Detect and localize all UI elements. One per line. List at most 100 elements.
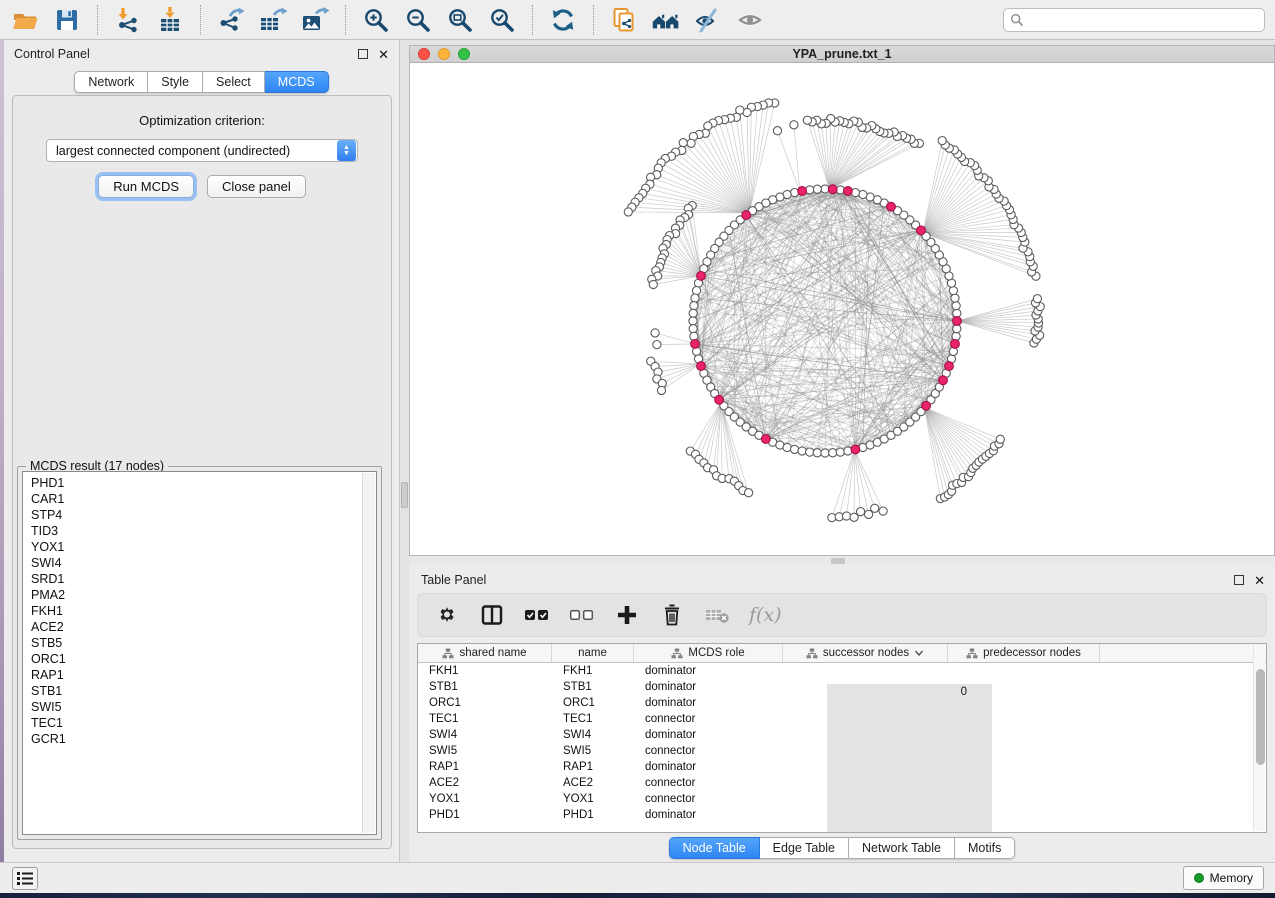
tab-style[interactable]: Style (148, 71, 203, 93)
export-network-icon[interactable] (216, 6, 246, 34)
column-header-successor-nodes[interactable]: successor nodes (783, 644, 948, 662)
add-icon[interactable] (614, 602, 640, 628)
network-node[interactable] (803, 116, 811, 124)
columns-icon[interactable] (479, 602, 505, 628)
mcds-result-item[interactable]: FKH1 (23, 603, 376, 619)
network-node[interactable] (821, 449, 829, 457)
network-node[interactable] (657, 386, 665, 394)
table-scrollbar[interactable] (1253, 645, 1265, 831)
network-node[interactable] (836, 448, 844, 456)
network-node[interactable] (691, 294, 699, 302)
tab-motifs[interactable]: Motifs (955, 837, 1015, 859)
network-node[interactable] (693, 287, 701, 295)
table-scrollbar-thumb[interactable] (1256, 669, 1265, 765)
vertical-splitter[interactable] (400, 40, 409, 862)
zoom-fit-icon[interactable] (445, 6, 475, 34)
select-all-icon[interactable] (524, 602, 550, 628)
mcds-result-item[interactable]: CAR1 (23, 491, 376, 507)
export-image-icon[interactable] (300, 6, 330, 34)
tab-network[interactable]: Network (74, 71, 148, 93)
mcds-node[interactable] (922, 401, 931, 410)
network-node[interactable] (651, 329, 659, 337)
export-table-icon[interactable] (258, 6, 288, 34)
mcds-result-item[interactable]: SRD1 (23, 571, 376, 587)
splitter-handle[interactable] (401, 482, 408, 508)
mcds-result-item[interactable]: GCR1 (23, 731, 376, 747)
memory-button[interactable]: Memory (1183, 866, 1264, 890)
network-node[interactable] (806, 448, 814, 456)
tab-mcds[interactable]: MCDS (265, 71, 329, 93)
mcds-node[interactable] (844, 187, 853, 196)
column-header-name[interactable]: name (552, 644, 634, 662)
network-node[interactable] (689, 325, 697, 333)
import-table-icon[interactable] (155, 6, 185, 34)
network-node[interactable] (829, 449, 837, 457)
mcds-result-item[interactable]: ORC1 (23, 651, 376, 667)
tab-select[interactable]: Select (203, 71, 265, 93)
close-panel-icon[interactable]: ✕ (378, 48, 389, 61)
mcds-node[interactable] (697, 362, 706, 371)
zoom-selected-icon[interactable] (487, 6, 517, 34)
tab-node-table[interactable]: Node Table (669, 837, 760, 859)
horizontal-splitter[interactable] (409, 556, 1275, 566)
network-node[interactable] (813, 185, 821, 193)
network-node[interactable] (653, 341, 661, 349)
search-input[interactable] (1028, 13, 1258, 27)
mcds-node[interactable] (953, 317, 962, 326)
mcds-result-item[interactable]: STB5 (23, 635, 376, 651)
column-header-predecessor-nodes[interactable]: predecessor nodes (948, 644, 1100, 662)
splitter-handle[interactable] (831, 558, 845, 564)
deselect-all-icon[interactable] (569, 602, 595, 628)
mcds-node[interactable] (939, 376, 948, 385)
delete-icon[interactable] (659, 602, 685, 628)
task-history-button[interactable] (12, 867, 38, 890)
mcds-result-item[interactable]: YOX1 (23, 539, 376, 555)
network-node[interactable] (624, 208, 632, 216)
network-node[interactable] (949, 287, 957, 295)
mcds-result-item[interactable]: SWI4 (23, 555, 376, 571)
network-node[interactable] (871, 504, 879, 512)
mcds-node[interactable] (691, 340, 700, 349)
network-node[interactable] (842, 512, 850, 520)
network-node[interactable] (859, 190, 867, 198)
mcds-node[interactable] (742, 211, 751, 220)
network-canvas[interactable] (410, 63, 1274, 555)
mcds-node[interactable] (917, 226, 926, 235)
network-node[interactable] (790, 121, 798, 129)
save-session-icon[interactable] (52, 6, 82, 34)
mcds-result-item[interactable]: STP4 (23, 507, 376, 523)
mcds-node[interactable] (851, 445, 860, 454)
network-node[interactable] (952, 302, 960, 310)
gear-icon[interactable] (434, 602, 460, 628)
mcds-node[interactable] (828, 185, 837, 194)
mcds-node[interactable] (798, 187, 807, 196)
network-node[interactable] (1033, 295, 1041, 303)
column-header-shared-name[interactable]: shared name (418, 644, 552, 662)
optimization-criterion-select[interactable]: largest connected component (undirected)… (46, 139, 358, 162)
column-header-MCDS-role[interactable]: MCDS role (634, 644, 783, 662)
mcds-node[interactable] (697, 272, 706, 281)
mcds-result-item[interactable]: ACE2 (23, 619, 376, 635)
mcds-result-item[interactable]: PMA2 (23, 587, 376, 603)
run-mcds-button[interactable]: Run MCDS (98, 175, 194, 198)
network-node[interactable] (951, 294, 959, 302)
mcds-node[interactable] (761, 435, 770, 444)
network-node[interactable] (938, 137, 946, 145)
mcds-node[interactable] (951, 340, 960, 349)
mcds-result-item[interactable]: STB1 (23, 683, 376, 699)
network-node[interactable] (783, 443, 791, 451)
mcds-result-item[interactable]: TID3 (23, 523, 376, 539)
network-node[interactable] (773, 127, 781, 135)
network-node[interactable] (689, 309, 697, 317)
mcds-result-list[interactable]: PHD1CAR1STP4TID3YOX1SWI4SRD1PMA2FKH1ACE2… (22, 471, 377, 835)
import-network-icon[interactable] (113, 6, 143, 34)
network-node[interactable] (879, 507, 887, 515)
network-node[interactable] (745, 489, 753, 497)
tab-network-table[interactable]: Network Table (849, 837, 955, 859)
network-node[interactable] (689, 317, 697, 325)
table-row[interactable]: PHD1PHD1dominator180 (418, 807, 1266, 823)
network-node[interactable] (791, 445, 799, 453)
network-node[interactable] (679, 139, 687, 147)
mcds-node[interactable] (715, 395, 724, 404)
mcds-list-scrollbar[interactable] (362, 473, 375, 833)
